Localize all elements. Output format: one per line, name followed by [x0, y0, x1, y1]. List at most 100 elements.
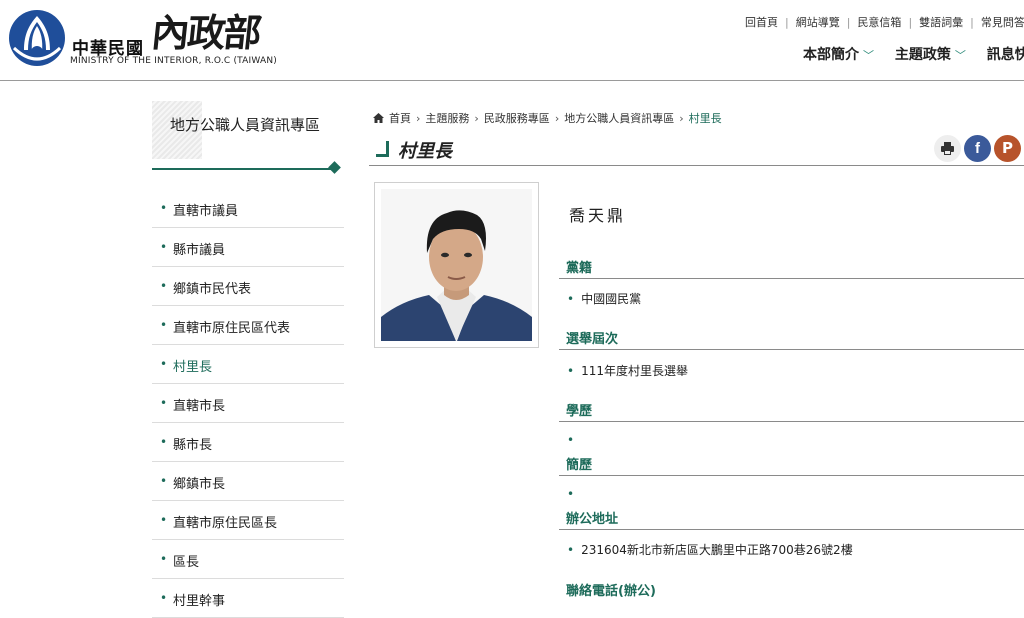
- logo-calligraphy: 內政部: [149, 10, 263, 55]
- bullet-icon: •: [160, 318, 168, 332]
- sidebar-menu: • 直轄市議員 • 縣市議員 • 鄉鎮市民代表 • 直轄市原住民區代表 • 村里長 • 直轄…: [152, 189, 344, 618]
- util-link-sitemap[interactable]: 網站導覽: [796, 16, 840, 29]
- sidebar-item[interactable]: • 直轄市議員: [152, 189, 344, 228]
- sidebar-item-label: 縣市長: [173, 438, 213, 453]
- title-divider: [369, 165, 1024, 166]
- section-title-education: 學歷: [566, 404, 593, 419]
- printer-icon: [941, 142, 954, 155]
- divider: |: [908, 16, 913, 29]
- nav-about-label: 本部簡介: [803, 47, 859, 63]
- section-divider: [559, 421, 1024, 422]
- party-value: 中國國民黨: [581, 292, 642, 306]
- portrait-photo: [381, 189, 532, 341]
- section-divider: [559, 349, 1024, 350]
- bullet-icon: •: [567, 433, 575, 447]
- sidebar-item-label: 直轄市長: [173, 399, 226, 414]
- breadcrumb-link[interactable]: 地方公職人員資訊專區: [564, 112, 674, 125]
- sidebar-item-label: 村里長: [173, 360, 213, 375]
- section-title-experience: 簡歷: [566, 458, 593, 473]
- bullet-icon: •: [567, 292, 575, 306]
- nav-policy-label: 主題政策: [894, 47, 951, 63]
- person-name: 喬天鼎: [569, 206, 627, 225]
- section-divider: [559, 278, 1024, 279]
- sidebar-item[interactable]: • 直轄市原住民區長: [152, 501, 344, 540]
- bullet-icon: •: [160, 279, 168, 293]
- plurk-share-button[interactable]: P: [994, 135, 1021, 162]
- chevron-down-icon: ﹀: [863, 49, 874, 62]
- sidebar-item-label: 直轄市議員: [173, 204, 239, 219]
- section-value-address: • 231604新北市新店區大鵬里中正路700巷26號2樓: [567, 541, 853, 558]
- bullet-icon: •: [160, 396, 168, 410]
- plurk-icon: P: [1002, 139, 1013, 157]
- util-link-home[interactable]: 回首頁: [745, 16, 778, 29]
- sidebar-item[interactable]: • 縣市長: [152, 423, 344, 462]
- bullet-icon: •: [160, 240, 168, 254]
- sidebar-item[interactable]: • 鄉鎮市民代表: [152, 267, 344, 306]
- bullet-icon: •: [160, 474, 168, 488]
- utility-links: 回首頁 | 網站導覽 | 民意信箱 | 雙語詞彙 | 常見問答: [745, 14, 1024, 30]
- logo-english-name: MINISTRY OF THE INTERIOR, R.O.C (TAIWAN): [70, 56, 277, 66]
- chevron-right-icon: ›: [474, 112, 479, 125]
- breadcrumb: 首頁 › 主題服務 › 民政服務專區 › 地方公職人員資訊專區 › 村里長: [373, 110, 722, 126]
- section-divider: [559, 529, 1024, 530]
- home-icon: [373, 113, 384, 123]
- util-link-glossary[interactable]: 雙語詞彙: [919, 16, 963, 29]
- portrait-frame: [374, 182, 539, 348]
- page-title: 村里長: [398, 141, 452, 162]
- chevron-right-icon: ›: [416, 112, 421, 125]
- bullet-icon: •: [160, 591, 168, 605]
- section-value-experience: •: [567, 487, 581, 501]
- nav-news-label: 訊息快報: [986, 47, 1024, 63]
- divider: |: [846, 16, 851, 29]
- nav-policy[interactable]: 主題政策 ﹀: [895, 44, 966, 64]
- section-value-education: •: [567, 433, 581, 447]
- section-title-address: 辦公地址: [566, 512, 619, 527]
- section-value-party: • 中國國民黨: [567, 290, 641, 307]
- bullet-icon: •: [567, 543, 575, 557]
- sidebar-item[interactable]: • 直轄市原住民區代表: [152, 306, 344, 345]
- sidebar-title-underline: [152, 168, 332, 170]
- nav-about[interactable]: 本部簡介 ﹀: [803, 44, 874, 64]
- print-button[interactable]: [934, 135, 961, 162]
- sidebar-title: 地方公職人員資訊專區: [170, 116, 321, 134]
- divider: |: [785, 16, 789, 29]
- chevron-down-icon: ﹀: [954, 49, 966, 62]
- facebook-icon: f: [975, 140, 980, 157]
- facebook-share-button[interactable]: f: [964, 135, 991, 162]
- breadcrumb-link[interactable]: 主題服務: [425, 112, 469, 125]
- bullet-icon: •: [160, 201, 168, 215]
- sidebar-item-label: 縣市議員: [173, 243, 226, 258]
- util-link-faq[interactable]: 常見問答: [981, 16, 1024, 29]
- chevron-right-icon: ›: [679, 112, 684, 125]
- sidebar-item[interactable]: • 縣市議員: [152, 228, 344, 267]
- bullet-icon: •: [160, 513, 168, 527]
- breadcrumb-current: 村里長: [688, 112, 722, 125]
- sidebar-item-label: 直轄市原住民區長: [173, 516, 278, 531]
- sidebar-item[interactable]: • 鄉鎮市長: [152, 462, 344, 501]
- sidebar-item-label: 鄉鎮市民代表: [173, 282, 252, 297]
- sidebar-item-active[interactable]: • 村里長: [152, 345, 344, 384]
- bullet-icon: •: [160, 435, 168, 449]
- breadcrumb-home[interactable]: 首頁: [389, 112, 411, 125]
- address-value: 231604新北市新店區大鵬里中正路700巷26號2樓: [581, 543, 853, 557]
- main-nav: 本部簡介﹀ 主題政策﹀ 訊息快報: [803, 44, 1024, 64]
- bullet-icon: •: [160, 357, 168, 371]
- sidebar-item[interactable]: • 區長: [152, 540, 344, 579]
- diamond-icon: [328, 161, 341, 174]
- sidebar-item-label: 區長: [173, 555, 200, 570]
- bullet-icon: •: [160, 552, 168, 566]
- sidebar-item[interactable]: • 村里幹事: [152, 579, 344, 618]
- site-header: 中華民國 內政部 MINISTRY OF THE INTERIOR, R.O.C…: [0, 0, 1024, 81]
- nav-news[interactable]: 訊息快報: [987, 44, 1024, 64]
- bullet-icon: •: [567, 487, 575, 501]
- title-corner-icon: [376, 141, 389, 157]
- breadcrumb-link[interactable]: 民政服務專區: [484, 112, 550, 125]
- election-value: 111年度村里長選舉: [581, 364, 688, 378]
- sidebar-item[interactable]: • 直轄市長: [152, 384, 344, 423]
- util-link-mailbox[interactable]: 民意信箱: [857, 16, 901, 29]
- section-title-phone: 聯絡電話(辦公): [566, 584, 656, 599]
- section-title-election: 選舉屆次: [566, 332, 619, 347]
- moi-logo-icon[interactable]: [8, 8, 66, 68]
- section-divider: [559, 475, 1024, 476]
- chevron-right-icon: ›: [554, 112, 560, 125]
